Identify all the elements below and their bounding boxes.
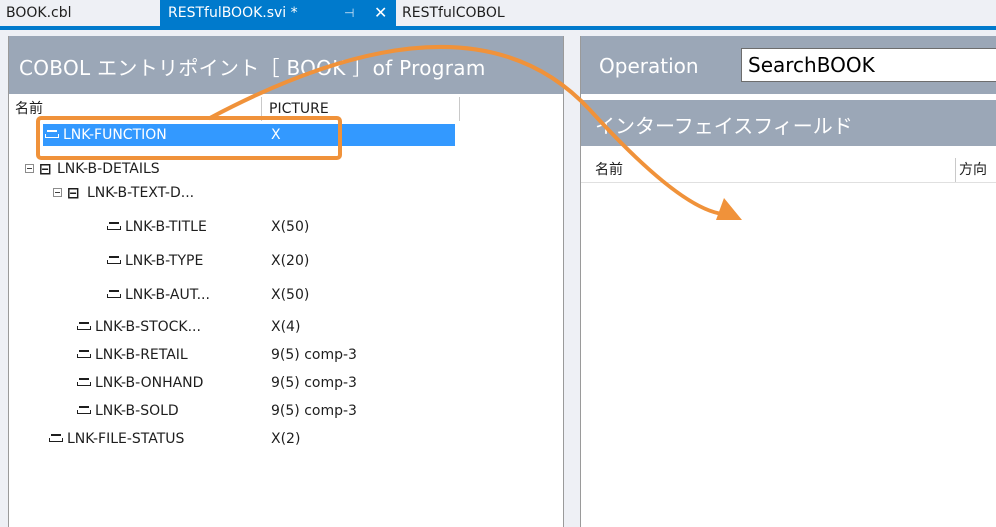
interface-fields-header: インターフェイスフィールド xyxy=(581,100,996,146)
tree-row-lnk-b-aut[interactable]: LNK-B-AUT... X(50) xyxy=(9,284,455,306)
operation-input[interactable]: SearchBOOK xyxy=(741,48,996,82)
field-icon xyxy=(77,322,91,331)
row-label: LNK-B-TEXT-D... xyxy=(87,185,195,201)
tree-row-lnk-b-details[interactable]: ⊟ LNK-B-DETAILS xyxy=(9,158,455,180)
row-picture: X(4) xyxy=(271,319,301,335)
field-icon xyxy=(49,434,63,443)
row-label: LNK-B-RETAIL xyxy=(95,347,188,363)
operation-label: Operation xyxy=(599,54,699,78)
row-label: LNK-B-STOCK... xyxy=(95,319,201,335)
row-picture: X(2) xyxy=(271,431,301,447)
operation-pane: Operation SearchBOOK インターフェイスフィールド 名前 方向 xyxy=(580,36,996,527)
row-picture: X xyxy=(271,127,281,143)
row-label: LNK-FUNCTION xyxy=(63,127,167,143)
tree-row-lnk-b-onhand[interactable]: LNK-B-ONHAND 9(5) comp-3 xyxy=(9,372,455,394)
entry-point-title: COBOL エントリポイント［ BOOK ］of Program xyxy=(19,56,486,80)
tree-row-lnk-b-sold[interactable]: LNK-B-SOLD 9(5) comp-3 xyxy=(9,400,455,422)
tab-book-cbl[interactable]: BOOK.cbl xyxy=(6,0,72,26)
collapse-toggle-icon[interactable] xyxy=(25,164,34,173)
field-icon xyxy=(77,350,91,359)
tree-row-lnk-b-retail[interactable]: LNK-B-RETAIL 9(5) comp-3 xyxy=(9,344,455,366)
header-separator xyxy=(581,182,996,183)
tree-row-lnk-function[interactable]: LNK-FUNCTION X xyxy=(43,124,455,146)
field-icon xyxy=(107,222,121,231)
field-icon xyxy=(45,130,59,139)
cobol-entry-point-pane: COBOL エントリポイント［ BOOK ］of Program 名前 PICT… xyxy=(8,36,564,527)
tab-restfulcobol[interactable]: RESTfulCOBOL xyxy=(402,0,505,26)
group-icon: ⊟ xyxy=(39,160,52,178)
tab-accent-line xyxy=(0,26,996,30)
tree-row-lnk-b-title[interactable]: LNK-B-TITLE X(50) xyxy=(9,216,455,238)
collapse-toggle-icon[interactable] xyxy=(53,188,62,197)
field-icon xyxy=(107,256,121,265)
tree-row-lnk-b-text-d[interactable]: ⊟ LNK-B-TEXT-D... xyxy=(9,182,455,204)
field-icon xyxy=(107,290,121,299)
row-picture: 9(5) comp-3 xyxy=(271,347,357,363)
row-label: LNK-FILE-STATUS xyxy=(67,431,185,447)
close-icon[interactable]: ✕ xyxy=(374,0,387,26)
document-tab-bar: BOOK.cbl RESTfulBOOK.svi * ⊣ ✕ RESTfulCO… xyxy=(0,0,996,30)
row-label: LNK-B-TITLE xyxy=(125,219,207,235)
pane-splitter[interactable] xyxy=(564,36,580,527)
row-picture: 9(5) comp-3 xyxy=(271,375,357,391)
interface-fields-title: インターフェイスフィールド xyxy=(595,114,853,138)
entry-point-header: COBOL エントリポイント［ BOOK ］of Program xyxy=(9,36,563,94)
row-picture: X(50) xyxy=(271,287,310,303)
tab-label: RESTfulBOOK.svi * xyxy=(168,5,298,21)
row-label: LNK-B-AUT... xyxy=(125,287,210,303)
row-label: LNK-B-TYPE xyxy=(125,253,204,269)
row-label: LNK-B-ONHAND xyxy=(95,375,204,391)
tree-row-lnk-b-stock[interactable]: LNK-B-STOCK... X(4) xyxy=(9,316,455,338)
column-header-direction[interactable]: 方向 xyxy=(959,158,987,182)
row-picture: X(50) xyxy=(271,219,310,235)
column-header-name[interactable]: 名前 xyxy=(15,97,262,121)
tree-row-lnk-b-type[interactable]: LNK-B-TYPE X(20) xyxy=(9,250,455,272)
row-label: LNK-B-SOLD xyxy=(95,403,179,419)
tree-row-lnk-file-status[interactable]: LNK-FILE-STATUS X(2) xyxy=(9,428,455,450)
field-icon xyxy=(77,378,91,387)
row-picture: X(20) xyxy=(271,253,310,269)
row-picture: 9(5) comp-3 xyxy=(271,403,357,419)
row-label: LNK-B-DETAILS xyxy=(57,161,160,177)
operation-header: Operation SearchBOOK xyxy=(581,36,996,94)
group-icon: ⊟ xyxy=(67,184,80,202)
column-header-name[interactable]: 名前 xyxy=(595,158,956,182)
field-icon xyxy=(77,406,91,415)
column-header-picture[interactable]: PICTURE xyxy=(265,97,460,121)
tab-restfulbook-svi[interactable]: RESTfulBOOK.svi * ⊣ ✕ xyxy=(160,0,396,26)
pin-icon[interactable]: ⊣ xyxy=(344,0,354,26)
